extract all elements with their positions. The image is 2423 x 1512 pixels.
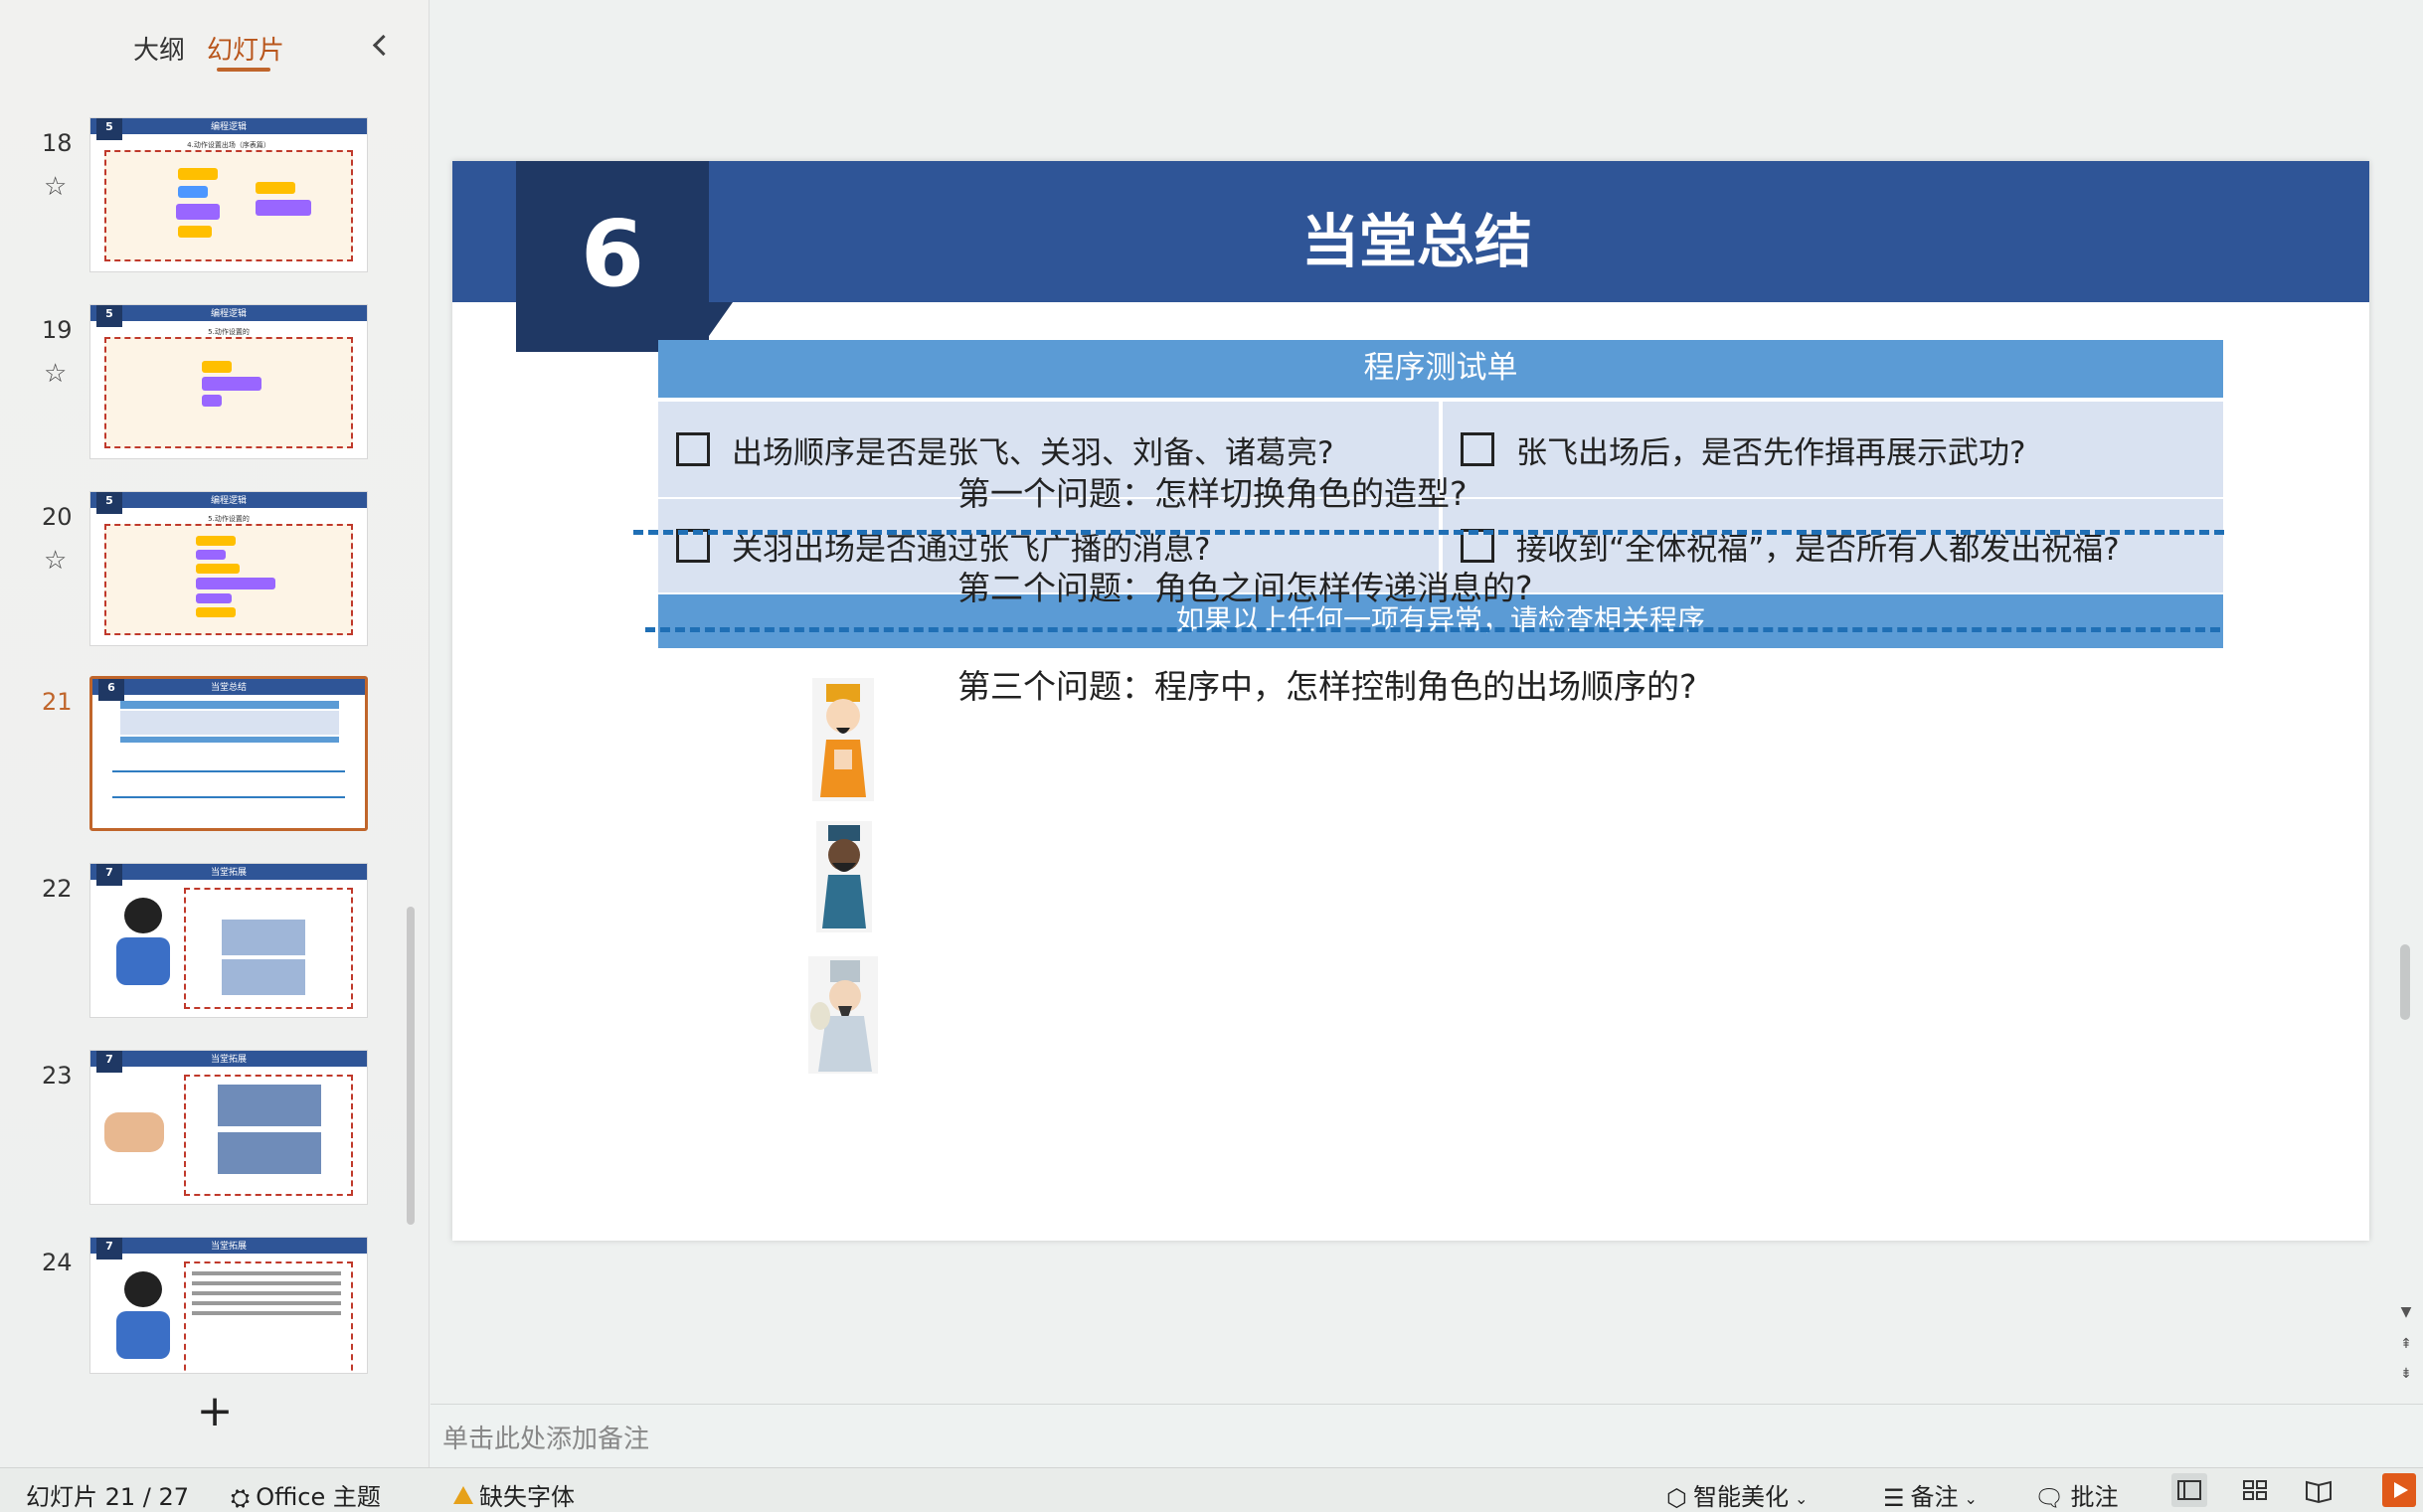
chevron-down-icon: ⌄ (1964, 1488, 1978, 1508)
checklist-item: 接收到“全体祝福”，是否所有人都发出祝福? (1443, 499, 2223, 592)
slide-thumbnail-row[interactable]: 19 ☆ 5 编程逻辑 5.动作设置的 (0, 304, 418, 473)
slide-panel: 大纲 幻灯片 18 ☆ 5 编程逻辑 4.动作设置出场（序表篇） 19 ☆ 5 … (0, 0, 430, 1467)
thumb-title: 当堂拓展 (210, 1242, 247, 1252)
theme-indicator[interactable]: ⛭ Office 主题 (231, 1477, 381, 1512)
dashed-divider (645, 627, 2220, 632)
slide-sorter-view-button[interactable] (2237, 1473, 2273, 1507)
smart-beautify-button[interactable]: ⬡ 智能美化 ⌄ (1666, 1477, 1814, 1512)
thumb-subtitle: 5.动作设置的 (208, 515, 250, 523)
kid-illustration (106, 898, 176, 997)
chevron-down-icon: ⌄ (1794, 1488, 1809, 1508)
slide-thumbnail-row[interactable]: 24 7 当堂拓展 (0, 1237, 418, 1406)
section-number: 6 (580, 201, 644, 307)
slide-thumbnail[interactable]: 5 编程逻辑 5.动作设置的 (89, 491, 368, 646)
thumb-title: 编程逻辑 (210, 496, 247, 506)
add-slide-button[interactable]: + (195, 1390, 235, 1433)
notes-placeholder[interactable]: 单击此处添加备注 (442, 1419, 649, 1455)
thumb-title: 编程逻辑 (210, 122, 247, 132)
slide-thumbnail-row[interactable]: 18 ☆ 5 编程逻辑 4.动作设置出场（序表篇） (0, 117, 418, 286)
theme-label: Office 主题 (256, 1483, 381, 1511)
thumb-title: 当堂拓展 (210, 1055, 247, 1065)
checklist-item-text: 张飞出场后，是否先作揖再展示武功? (1516, 434, 2026, 471)
collapse-panel-icon[interactable] (368, 34, 392, 58)
slide-title: 当堂总结 (1300, 208, 1532, 275)
comment-icon: 🗨 (2034, 1484, 2065, 1512)
theme-icon: ⛭ (231, 1484, 251, 1512)
comments-label: 批注 (2070, 1483, 2119, 1511)
thumb-subtitle: 5.动作设置的 (208, 328, 250, 336)
slide-counter: 幻灯片 21 / 27 (26, 1483, 190, 1511)
tab-slides[interactable]: 幻灯片 (207, 30, 284, 67)
next-slide-icon[interactable]: ⇟ (2398, 1366, 2414, 1382)
checklist-item-text: 出场顺序是否是张飞、关羽、刘备、诸葛亮? (732, 434, 1334, 471)
slide-thumbnail-row[interactable]: 22 7 当堂拓展 (0, 863, 418, 1032)
normal-view-button[interactable] (2171, 1473, 2207, 1507)
thumb-title: 编程逻辑 (210, 309, 247, 319)
thumb-dashed-frame (104, 150, 353, 261)
slideshow-play-button[interactable] (2382, 1473, 2416, 1507)
comments-button[interactable]: 🗨 批注 (2034, 1477, 2118, 1512)
dashed-divider (633, 530, 2224, 535)
question-3-text: 第三个问题：程序中，怎样控制角色的出场顺序的? (957, 667, 1697, 706)
thumb-dashed-frame (104, 337, 353, 448)
reading-view-button[interactable] (2301, 1473, 2336, 1507)
slide-number: 19 (42, 316, 73, 344)
slide-canvas[interactable]: 6 当堂总结 程序测试单 出场顺序是否是张飞、关羽、刘备、诸葛亮? 张飞出场后，… (452, 161, 2369, 1241)
section-number-tail (709, 302, 733, 336)
thumb-title: 当堂总结 (210, 683, 247, 693)
notes-toggle-label: 备注 (1910, 1483, 1959, 1511)
slide-thumbnail-row[interactable]: 23 7 当堂拓展 (0, 1050, 418, 1219)
star-icon[interactable]: ☆ (44, 173, 72, 201)
slide-thumbnail-row[interactable]: 20 ☆ 5 编程逻辑 5.动作设置的 (0, 491, 418, 660)
status-bar: 幻灯片 21 / 27 ⛭ Office 主题 缺失字体 ⬡ 智能美化 ⌄ ☰ 备注 ⌄ … (0, 1467, 2423, 1512)
slide-thumbnail[interactable]: 7 当堂拓展 (89, 1050, 368, 1205)
missing-font-indicator[interactable]: 缺失字体 (453, 1477, 575, 1512)
thumb-subtitle: 4.动作设置出场（序表篇） (187, 141, 270, 149)
beautify-icon: ⬡ (1666, 1484, 1687, 1512)
notes-toggle-button[interactable]: ☰ 备注 ⌄ (1883, 1477, 1984, 1512)
zhangfei-character-image (816, 821, 872, 932)
question-2-text: 第二个问题：角色之间怎样传递消息的? (957, 569, 1533, 607)
slide-thumbnail[interactable]: 7 当堂拓展 (89, 863, 368, 1018)
checklist-item: 张飞出场后，是否先作揖再展示武功? (1443, 402, 2223, 497)
editor-scrollbar[interactable] (2400, 944, 2410, 1020)
notes-icon: ☰ (1883, 1484, 1905, 1512)
missing-font-label: 缺失字体 (479, 1483, 575, 1511)
thumb-dashed-frame (104, 524, 353, 635)
checkbox-icon[interactable] (676, 432, 710, 466)
slide-thumbnail[interactable]: 7 当堂拓展 (89, 1237, 368, 1374)
tab-outline[interactable]: 大纲 (133, 30, 185, 67)
zhugeliang-character-image (808, 956, 878, 1074)
panel-scrollbar[interactable] (407, 907, 415, 1225)
active-tab-indicator (217, 68, 270, 72)
scroll-down-icon[interactable]: ▼ (2398, 1304, 2414, 1320)
slide-number: 21 (42, 688, 73, 716)
slide-number: 22 (42, 875, 73, 903)
slide-number: 24 (42, 1249, 73, 1276)
notes-area[interactable]: 单击此处添加备注 (431, 1404, 2423, 1467)
slide-number: 20 (42, 503, 73, 531)
slide-thumbnail-active[interactable]: 6 当堂总结 (89, 676, 368, 831)
slide-thumbnail[interactable]: 5 编程逻辑 5.动作设置的 (89, 304, 368, 459)
warning-icon (453, 1486, 473, 1504)
slide-number: 23 (42, 1062, 73, 1090)
previous-slide-icon[interactable]: ⇞ (2398, 1336, 2414, 1352)
star-icon[interactable]: ☆ (44, 547, 72, 575)
slide-thumbnail[interactable]: 5 编程逻辑 4.动作设置出场（序表篇） (89, 117, 368, 272)
question-1-text: 第一个问题：怎样切换角色的造型? (957, 474, 1468, 513)
star-icon[interactable]: ☆ (44, 360, 72, 388)
checklist-title: 程序测试单 (658, 340, 2223, 398)
kid-illustration (106, 1271, 176, 1371)
slide-thumbnail-row-active[interactable]: 21 6 当堂总结 (0, 676, 418, 845)
checkbox-icon[interactable] (1461, 432, 1494, 466)
smart-beautify-label: 智能美化 (1692, 1483, 1789, 1511)
liubei-character-image (812, 678, 874, 801)
slide-number: 18 (42, 129, 73, 157)
thumb-title: 当堂拓展 (210, 868, 247, 878)
